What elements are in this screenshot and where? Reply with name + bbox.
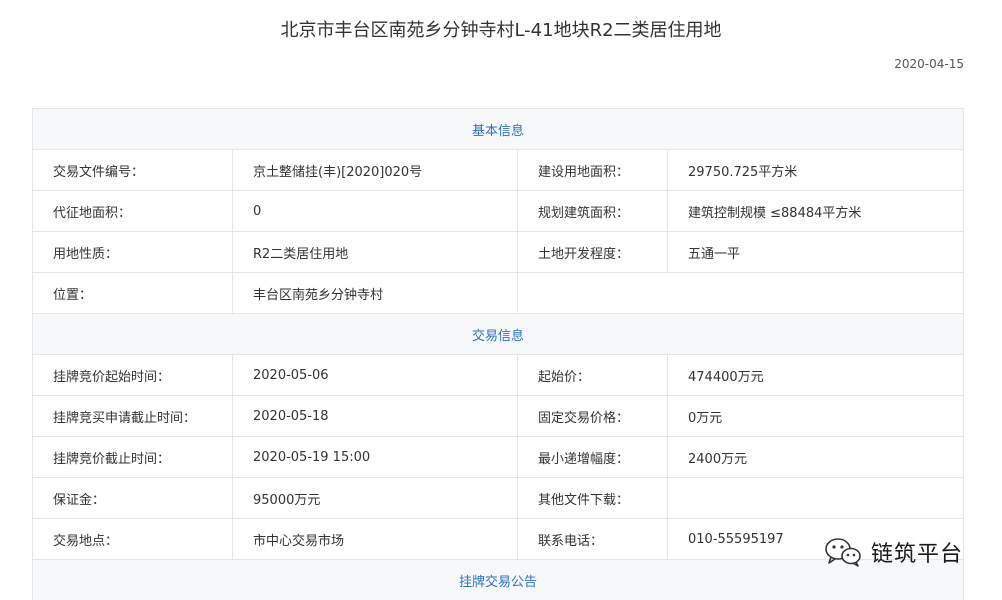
- field-value: 建筑控制规模 ≤88484平方米: [668, 191, 964, 232]
- page-title: 北京市丰台区南苑乡分钟寺村L-41地块R2二类居住用地: [0, 19, 1002, 43]
- watermark: 链筑平台: [823, 534, 963, 570]
- field-value: 2020-05-18: [233, 396, 518, 437]
- section-header-trade: 交易信息: [33, 314, 964, 355]
- field-label: 交易地点：: [33, 519, 233, 560]
- watermark-text: 链筑平台: [871, 536, 963, 568]
- field-value: R2二类居住用地: [233, 232, 518, 273]
- empty-cell: [518, 273, 964, 314]
- table-row: 挂牌竞价截止时间： 2020-05-19 15:00 最小递增幅度： 2400万…: [33, 437, 964, 478]
- field-value: 474400万元: [668, 355, 964, 396]
- field-value: 2020-05-06: [233, 355, 518, 396]
- field-value: 京土整储挂(丰)[2020]020号: [233, 150, 518, 191]
- field-label: 最小递增幅度：: [518, 437, 668, 478]
- field-label: 起始价：: [518, 355, 668, 396]
- table-row: 交易文件编号： 京土整储挂(丰)[2020]020号 建设用地面积： 29750…: [33, 150, 964, 191]
- wechat-icon: [823, 536, 863, 568]
- land-info-table: 基本信息 交易文件编号： 京土整储挂(丰)[2020]020号 建设用地面积： …: [32, 108, 964, 600]
- table-row: 保证金： 95000万元 其他文件下载：: [33, 478, 964, 519]
- table-row: 挂牌竞价起始时间： 2020-05-06 起始价： 474400万元: [33, 355, 964, 396]
- file-download-link[interactable]: [668, 478, 964, 519]
- section-header-basic: 基本信息: [33, 109, 964, 150]
- field-label: 挂牌竞价起始时间：: [33, 355, 233, 396]
- publish-date: 2020-04-15: [894, 56, 964, 72]
- table-row: 挂牌竞买申请截止时间： 2020-05-18 固定交易价格： 0万元: [33, 396, 964, 437]
- field-value: 95000万元: [233, 478, 518, 519]
- field-label: 用地性质：: [33, 232, 233, 273]
- field-value: 2400万元: [668, 437, 964, 478]
- field-value: 市中心交易市场: [233, 519, 518, 560]
- field-label: 交易文件编号：: [33, 150, 233, 191]
- table-row: 位置： 丰台区南苑乡分钟寺村: [33, 273, 964, 314]
- field-value: 29750.725平方米: [668, 150, 964, 191]
- field-label: 联系电话：: [518, 519, 668, 560]
- field-value: 五通一平: [668, 232, 964, 273]
- section-title-basic: 基本信息: [33, 109, 964, 150]
- field-label: 代征地面积：: [33, 191, 233, 232]
- table-row: 用地性质： R2二类居住用地 土地开发程度： 五通一平: [33, 232, 964, 273]
- field-label: 位置：: [33, 273, 233, 314]
- table-row: 代征地面积： 0 规划建筑面积： 建筑控制规模 ≤88484平方米: [33, 191, 964, 232]
- field-value: 0: [233, 191, 518, 232]
- field-label: 挂牌竞买申请截止时间：: [33, 396, 233, 437]
- field-value: 0万元: [668, 396, 964, 437]
- field-label: 固定交易价格：: [518, 396, 668, 437]
- field-label: 土地开发程度：: [518, 232, 668, 273]
- section-title-trade: 交易信息: [33, 314, 964, 355]
- field-label: 规划建筑面积：: [518, 191, 668, 232]
- field-label: 建设用地面积：: [518, 150, 668, 191]
- field-value: 2020-05-19 15:00: [233, 437, 518, 478]
- field-value: 丰台区南苑乡分钟寺村: [233, 273, 518, 314]
- field-label: 其他文件下载：: [518, 478, 668, 519]
- field-label: 保证金：: [33, 478, 233, 519]
- field-label: 挂牌竞价截止时间：: [33, 437, 233, 478]
